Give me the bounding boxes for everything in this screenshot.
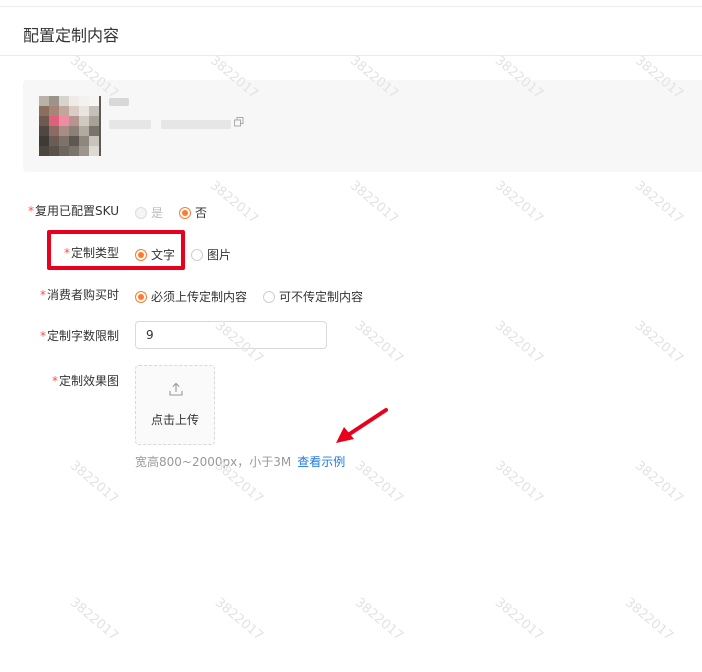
- radio-reuse-yes[interactable]: 是: [135, 204, 163, 221]
- product-id-redacted: [109, 120, 151, 129]
- product-title-redacted: [109, 98, 129, 106]
- product-card: [23, 80, 702, 172]
- page-header: 配置定制内容: [0, 7, 702, 56]
- char-limit-input[interactable]: [135, 321, 327, 349]
- copy-icon[interactable]: [234, 117, 244, 127]
- char-limit-label: *定制字数限制: [39, 329, 119, 343]
- radio-circle: [191, 248, 203, 261]
- page-title: 配置定制内容: [23, 26, 120, 45]
- radio-optional-upload[interactable]: 可不传定制内容: [263, 288, 363, 305]
- radio-reuse-no[interactable]: 否: [179, 204, 207, 221]
- radio-circle: [263, 290, 275, 303]
- radio-must-upload[interactable]: 必须上传定制内容: [135, 288, 247, 305]
- upload-hint: 宽高800~2000px，小于3M 查看示例: [135, 455, 346, 469]
- product-sku-redacted: [161, 120, 231, 129]
- form-row-consumer-purchase: *消费者购买时: [0, 286, 119, 306]
- upload-button[interactable]: 点击上传: [135, 365, 215, 445]
- upload-label: 点击上传: [150, 413, 199, 427]
- form-row-effect-image: *定制效果图: [0, 372, 119, 392]
- form-row-char-limit: *定制字数限制: [0, 327, 119, 347]
- form-row-reuse-sku: *复用已配置SKU: [0, 202, 119, 222]
- consumer-purchase-label: *消费者购买时: [39, 288, 119, 302]
- radio-type-image[interactable]: 图片: [191, 246, 231, 263]
- annotation-highlight-box: [47, 230, 185, 270]
- radio-circle: [179, 206, 191, 219]
- view-example-link[interactable]: 查看示例: [297, 455, 345, 469]
- product-thumbnail: [39, 96, 101, 156]
- upload-icon: [169, 382, 183, 396]
- reuse-sku-label: *复用已配置SKU: [28, 204, 119, 218]
- radio-circle: [135, 206, 147, 219]
- annotation-arrow: [336, 408, 388, 443]
- radio-circle: [135, 290, 147, 303]
- effect-image-label: *定制效果图: [51, 374, 119, 388]
